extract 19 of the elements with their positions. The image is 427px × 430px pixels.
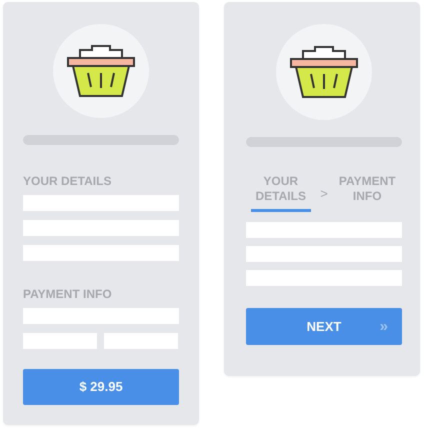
chevron-icon: > bbox=[320, 186, 328, 200]
section-label: PAYMENT INFO bbox=[23, 286, 113, 301]
input-field[interactable] bbox=[23, 220, 179, 236]
double-chevron-icon: » bbox=[380, 318, 388, 335]
input-field[interactable] bbox=[23, 194, 179, 211]
step-tab[interactable]: YOUR DETAILS bbox=[250, 174, 311, 212]
submit-button[interactable]: NEXT » bbox=[246, 308, 402, 345]
basket-icon bbox=[289, 44, 359, 100]
basket-icon bbox=[66, 42, 136, 99]
input-field[interactable] bbox=[104, 332, 178, 349]
section-label: YOUR DETAILS bbox=[23, 174, 112, 188]
input-field[interactable] bbox=[23, 308, 179, 324]
input-field[interactable] bbox=[23, 244, 179, 261]
input-field[interactable] bbox=[246, 222, 402, 238]
input-field[interactable] bbox=[23, 332, 97, 349]
input-field[interactable] bbox=[246, 270, 402, 286]
step-tab[interactable]: PAYMENT INFO bbox=[337, 174, 398, 212]
submit-button[interactable]: $ 29.95 bbox=[23, 368, 179, 405]
input-field[interactable] bbox=[246, 246, 402, 262]
